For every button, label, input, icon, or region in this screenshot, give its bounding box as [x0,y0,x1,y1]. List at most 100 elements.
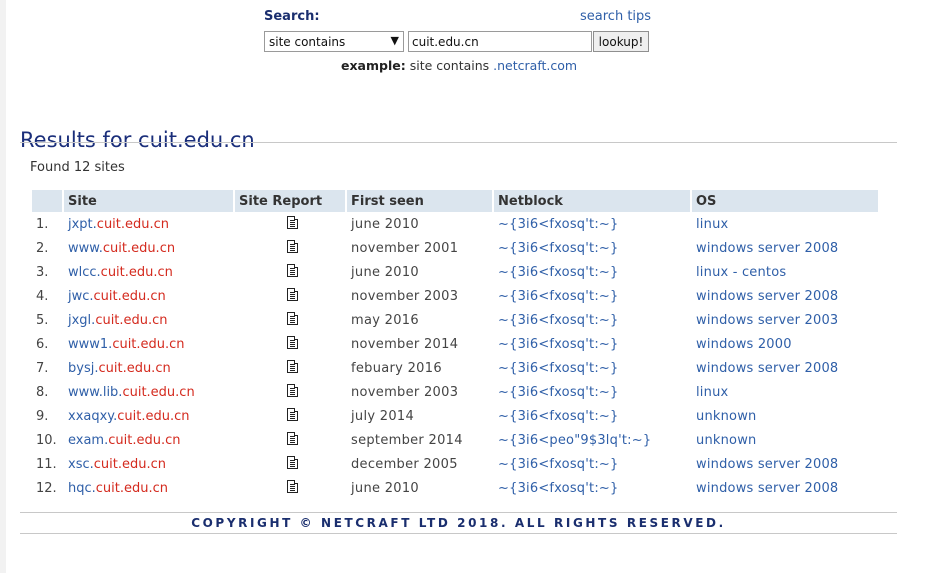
netblock-cell: ~{3i6<fxosq't:~} [494,380,690,404]
first-seen: november 2014 [351,336,459,352]
site-link[interactable]: www.cuit.edu.cn [68,241,175,256]
site-report-cell [235,212,345,236]
site-report-cell [235,284,345,308]
site-link[interactable]: jwc.cuit.edu.cn [68,289,166,304]
document-icon[interactable] [286,335,298,349]
netblock-link[interactable]: ~{3i6<fxosq't:~} [498,313,618,328]
row-number: 12. [36,480,57,496]
os-link[interactable]: windows server 2003 [696,313,838,328]
netblock-link[interactable]: ~{3i6<fxosq't:~} [498,385,618,400]
os-cell: windows server 2003 [692,308,878,332]
netblock-cell: ~{3i6<fxosq't:~} [494,476,690,500]
document-icon[interactable] [286,431,298,445]
netblock-link[interactable]: ~{3i6<fxosq't:~} [498,361,618,376]
document-icon[interactable] [286,311,298,325]
site-domain: cuit.edu.cn [100,264,173,280]
site-cell: hqc.cuit.edu.cn [64,476,233,500]
os-link[interactable]: windows server 2008 [696,361,838,376]
netblock-cell: ~{3i6<fxosq't:~} [494,212,690,236]
site-link[interactable]: www1.cuit.edu.cn [68,337,185,352]
site-subdomain: bysj. [68,360,99,376]
site-report-cell [235,356,345,380]
site-cell: bysj.cuit.edu.cn [64,356,233,380]
row-number: 2. [36,240,49,256]
os-link[interactable]: unknown [696,433,756,448]
netblock-link[interactable]: ~{3i6<fxosq't:~} [498,265,618,280]
os-link[interactable]: linux - centos [696,265,786,280]
search-tips-link[interactable]: search tips [580,9,651,24]
example-link[interactable]: .netcraft.com [493,58,577,73]
os-link[interactable]: windows server 2008 [696,481,838,496]
column-header-os: OS [692,190,878,212]
table-row: 5. jxgl.cuit.edu.cn may 2016 ~{3i6<fxosq't:… [32,308,878,332]
site-report-cell [235,332,345,356]
site-link[interactable]: xxaqxy.cuit.edu.cn [68,409,190,424]
lookup-button[interactable]: lookup! [593,31,649,52]
row-number: 9. [36,408,49,424]
document-icon[interactable] [286,383,298,397]
table-row: 1. jxpt.cuit.edu.cn june 2010 ~{3i6<fxosq't… [32,212,878,236]
site-subdomain: www.lib. [68,384,123,400]
site-report-cell [235,260,345,284]
first-seen: november 2001 [351,240,459,256]
site-link[interactable]: wlcc.cuit.edu.cn [68,265,173,280]
row-number: 10. [36,432,57,448]
site-link[interactable]: jxgl.cuit.edu.cn [68,313,168,328]
os-link[interactable]: windows server 2008 [696,457,838,472]
netblock-link[interactable]: ~{3i6<fxosq't:~} [498,241,618,256]
document-icon[interactable] [286,479,298,493]
document-icon[interactable] [286,239,298,253]
site-subdomain: jwc. [68,288,94,304]
search-input[interactable]: cuit.edu.cn [408,31,592,52]
search-mode-select[interactable]: site contains ▼ [264,31,404,52]
document-icon[interactable] [286,263,298,277]
site-domain: cuit.edu.cn [98,360,171,376]
os-cell: windows 2000 [692,332,878,356]
os-link[interactable]: windows server 2008 [696,241,838,256]
site-link[interactable]: xsc.cuit.edu.cn [68,457,166,472]
column-header-site: Site [64,190,233,212]
results-title: Results for cuit.edu.cn [20,128,255,153]
netblock-cell: ~{3i6<fxosq't:~} [494,332,690,356]
copyright-text: COPYRIGHT © NETCRAFT LTD 2018. ALL RIGHT… [191,516,726,530]
netblock-link[interactable]: ~{3i6<fxosq't:~} [498,409,618,424]
divider [20,142,897,143]
netblock-cell: ~{3i6<fxosq't:~} [494,260,690,284]
netblock-link[interactable]: ~{3i6<fxosq't:~} [498,289,618,304]
os-cell: unknown [692,404,878,428]
site-domain: cuit.edu.cn [96,216,170,232]
site-link[interactable]: hqc.cuit.edu.cn [68,481,168,496]
site-link[interactable]: www.lib.cuit.edu.cn [68,385,195,400]
netblock-link[interactable]: ~{3i6<fxosq't:~} [498,457,618,472]
column-header-number [32,190,62,212]
site-report-cell [235,428,345,452]
os-link[interactable]: linux [696,217,728,232]
site-report-cell [235,308,345,332]
site-link[interactable]: jxpt.cuit.edu.cn [68,217,169,232]
site-subdomain: wlcc. [68,264,101,280]
netblock-link[interactable]: ~{3i6<fxosq't:~} [498,217,618,232]
document-icon[interactable] [286,359,298,373]
netblock-link[interactable]: ~{3i6<peo"9$3lq't:~} [498,433,651,448]
netblock-cell: ~{3i6<fxosq't:~} [494,404,690,428]
document-icon[interactable] [286,215,298,229]
dropdown-arrow-icon: ▼ [390,34,399,47]
table-row: 11. xsc.cuit.edu.cn december 2005 ~{3i6<fxo… [32,452,878,476]
netblock-link[interactable]: ~{3i6<fxosq't:~} [498,337,618,352]
os-link[interactable]: windows 2000 [696,337,792,352]
os-link[interactable]: unknown [696,409,756,424]
netblock-link[interactable]: ~{3i6<fxosq't:~} [498,481,618,496]
document-icon[interactable] [286,455,298,469]
os-link[interactable]: linux [696,385,728,400]
document-icon[interactable] [286,287,298,301]
table-header-row: Site Site Report First seen Netblock OS [32,190,878,212]
site-link[interactable]: exam.cuit.edu.cn [68,433,180,448]
site-cell: wlcc.cuit.edu.cn [64,260,233,284]
document-icon[interactable] [286,407,298,421]
os-cell: windows server 2008 [692,284,878,308]
site-cell: www.cuit.edu.cn [64,236,233,260]
site-report-cell [235,380,345,404]
os-link[interactable]: windows server 2008 [696,289,838,304]
search-label: Search: [264,9,320,24]
site-link[interactable]: bysj.cuit.edu.cn [68,361,171,376]
